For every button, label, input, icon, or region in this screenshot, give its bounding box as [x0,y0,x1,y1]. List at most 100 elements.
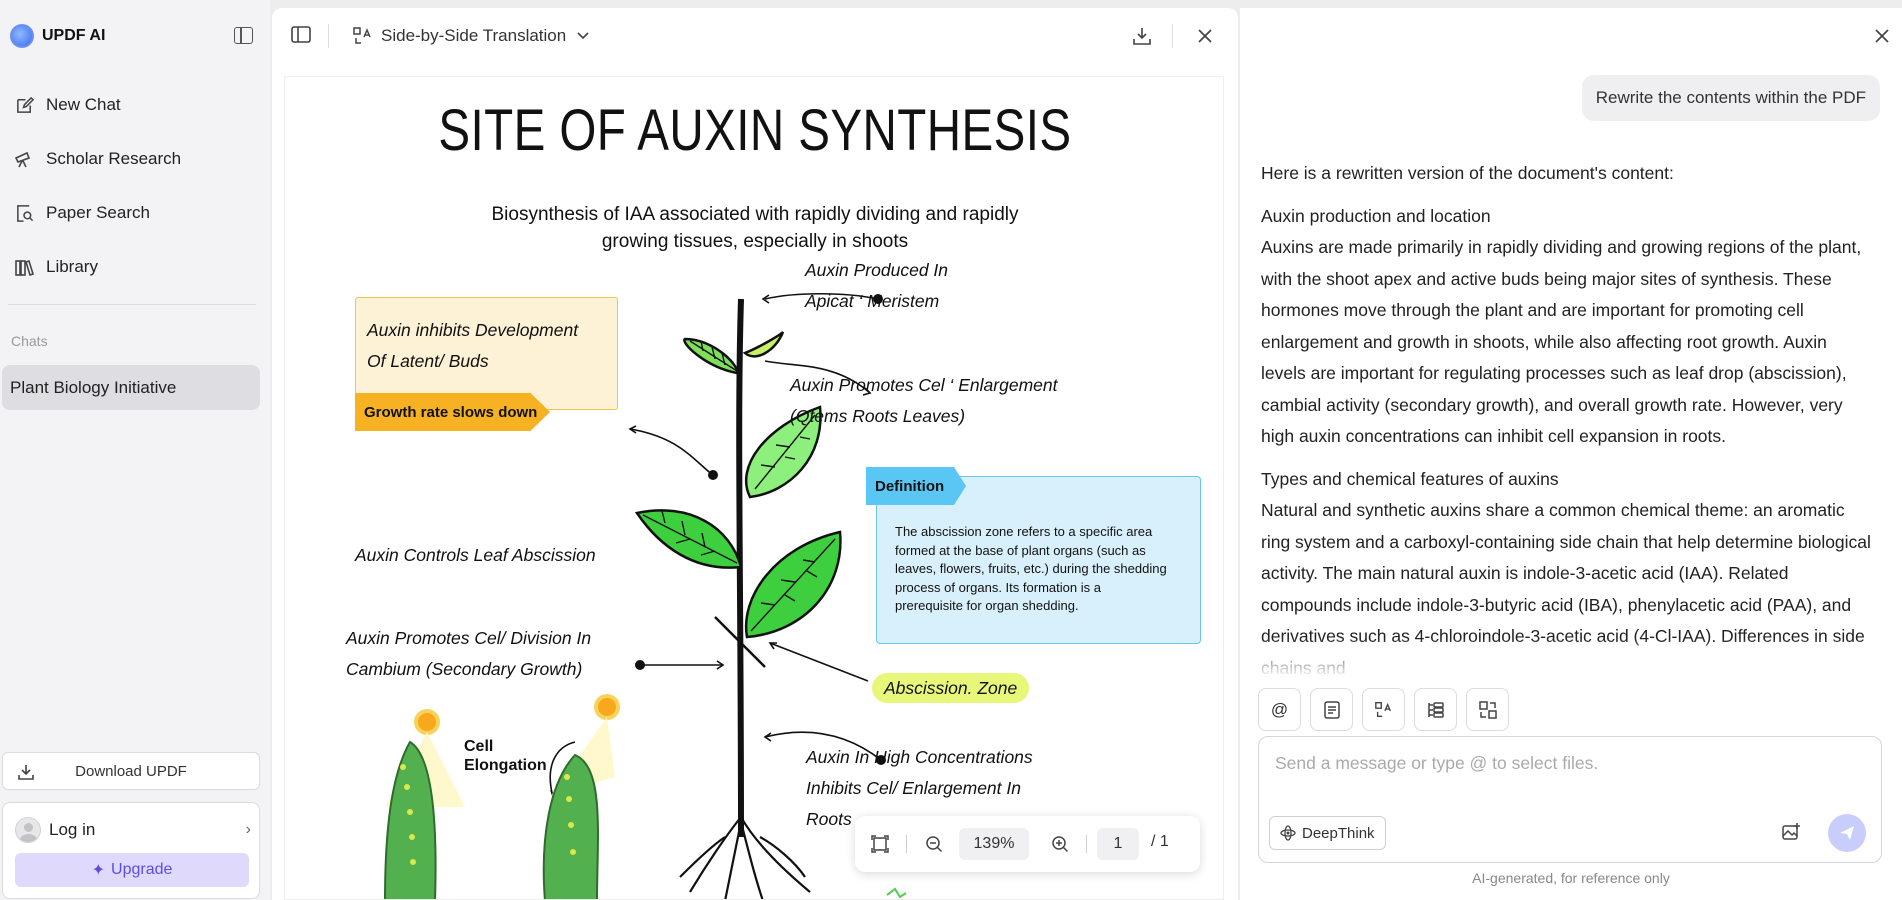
download-label: Download UPDF [75,762,187,780]
translate-button[interactable] [1362,688,1405,731]
definition-text: The abscission zone refers to a specific… [895,524,1167,613]
label-cell-division: Auxin Promotes Cel/ Division In Cambium … [346,623,591,685]
edit-icon [14,95,34,115]
translate-icon [1374,701,1391,717]
document-title: SITE OF AUXIN SYNTHESIS [438,98,1072,163]
definition-tag: Definition [866,467,966,505]
chat-tools: @ [1258,688,1509,731]
label-leaf-abscission: Auxin Controls Leaf Abscission [355,545,596,565]
sidebar-item-scholar-research[interactable]: Scholar Research [0,132,270,186]
download-updf-button[interactable]: Download UPDF [2,752,260,790]
ai-disclaimer: AI-generated, for reference only [1472,870,1670,886]
toolbar-separator [1172,24,1173,48]
deepthink-toggle[interactable]: DeepThink [1269,816,1386,850]
label-line: Auxin Promotes Cel ‘ Enlargement [790,375,1058,395]
section-body: Auxins are made primarily in rapidly div… [1261,237,1862,446]
close-icon[interactable] [1197,28,1213,49]
label-line: Auxin In High Concentrations [806,747,1033,767]
toolbar-separator [906,835,907,853]
pdf-viewer: Side-by-Side Translation SITE OF AUXIN S… [272,8,1238,900]
sidebar-item-library[interactable]: Library [0,240,270,294]
label-line: Cell [464,738,494,755]
message-composer: DeepThink [1258,736,1882,863]
section-heading: Auxin production and location [1261,205,1491,226]
page-number-input[interactable]: 1 [1097,828,1139,860]
login-row[interactable]: Log in › [15,817,251,843]
chat-panel: Rewrite the contents within the PDF Here… [1240,8,1902,900]
answer-section: Auxin production and location Auxins are… [1261,201,1871,453]
zoom-level[interactable]: 139% [959,828,1029,860]
download-icon [17,763,35,785]
avatar [15,817,41,843]
chat-item-plant-biology[interactable]: Plant Biology Initiative [2,365,260,410]
label-line: Inhibits Cel/ Enlargement In [806,778,1021,798]
sidebar-nav: New Chat Scholar Research Paper Search L… [0,78,270,294]
zoom-out-icon[interactable] [925,835,943,858]
sidebar-collapse-icon[interactable] [234,27,253,44]
fit-page-icon[interactable] [871,835,889,858]
summarize-button[interactable] [1310,688,1353,731]
send-button[interactable] [1828,814,1866,852]
deepthink-label: DeepThink [1302,824,1375,842]
sidebar-divider [8,304,256,305]
callout-line: Auxin inhibits Development [367,320,579,340]
send-icon [1840,826,1854,840]
toolbar-separator [1086,835,1087,853]
toolbar-separator [328,24,329,48]
mindmap-button[interactable] [1414,688,1457,731]
sidebar-item-paper-search[interactable]: Paper Search [0,186,270,240]
updf-logo-icon [10,24,34,48]
label-line: Elongation [464,757,547,774]
document-text-icon [1323,700,1340,719]
close-icon[interactable] [1874,24,1890,50]
upgrade-button[interactable]: ✦ Upgrade [15,853,249,887]
login-label: Log in [49,820,96,839]
document-subtitle: Biosynthesis of IAA associated with rapi… [491,204,1019,252]
scroll-fade [1240,638,1902,678]
sidebar-item-label: Scholar Research [46,149,182,168]
download-icon[interactable] [1132,26,1152,51]
brand-name: UPDF AI [42,27,106,44]
assistant-answer: Here is a rewritten version of the docum… [1261,158,1871,675]
chats-heading: Chats [11,333,48,349]
message-input[interactable] [1275,753,1865,774]
page-total: / 1 [1151,833,1169,850]
sidebar-item-label: Paper Search [46,203,150,222]
section-heading: Types and chemical features of auxins [1261,468,1559,489]
sidebar-item-new-chat[interactable]: New Chat [0,78,270,132]
cell-elongation-label: Cell Elongation [464,737,547,775]
sun-icon [414,694,620,735]
chevron-right-icon: › [245,821,251,838]
chevron-down-icon[interactable] [576,28,590,46]
upgrade-label: Upgrade [111,861,173,878]
atom-icon [1280,825,1296,841]
zoom-in-icon[interactable] [1051,835,1069,858]
pdf-page: SITE OF AUXIN SYNTHESIS Biosynthesis of … [284,76,1224,900]
account-panel: Log in › ✦ Upgrade [2,802,260,899]
label-line: Auxin Produced In [805,260,949,280]
panel-toggle-icon[interactable] [291,26,311,49]
callout-text: Auxin inhibits Development Of Latent/ Bu… [367,315,578,377]
library-icon [14,257,34,277]
label-line: Auxin Promotes Cel/ Division In [346,628,592,648]
label-cell-enlargement: Auxin Promotes Cel ‘ Enlargement (Qtems … [790,370,1057,432]
image-translate-button[interactable] [1466,688,1509,731]
doc-search-icon [14,203,34,223]
label-line: (Qtems Roots Leaves) [790,406,966,426]
telescope-icon [14,149,34,169]
answer-intro: Here is a rewritten version of the docum… [1261,163,1674,183]
user-message: Rewrite the contents within the PDF [1581,75,1880,121]
at-icon: @ [1270,699,1289,719]
label-meristem: Auxin Produced In Apicat ‘ Meristem [805,255,948,317]
viewer-toolbar: Side-by-Side Translation [272,8,1238,63]
translate-icon [352,26,374,51]
list-tree-icon [1427,701,1444,718]
translation-mode-select[interactable]: Side-by-Side Translation [381,26,566,46]
mention-button[interactable]: @ [1258,688,1301,731]
sidebar-item-label: Library [46,257,98,276]
image-upload-icon[interactable] [1781,822,1801,847]
growth-rate-tag: Growth rate slows down [355,393,550,431]
sparkle-icon: ✦ [91,862,106,879]
brand[interactable]: UPDF AI [10,24,105,48]
label-line: Apicat ‘ Meristem [805,291,940,311]
